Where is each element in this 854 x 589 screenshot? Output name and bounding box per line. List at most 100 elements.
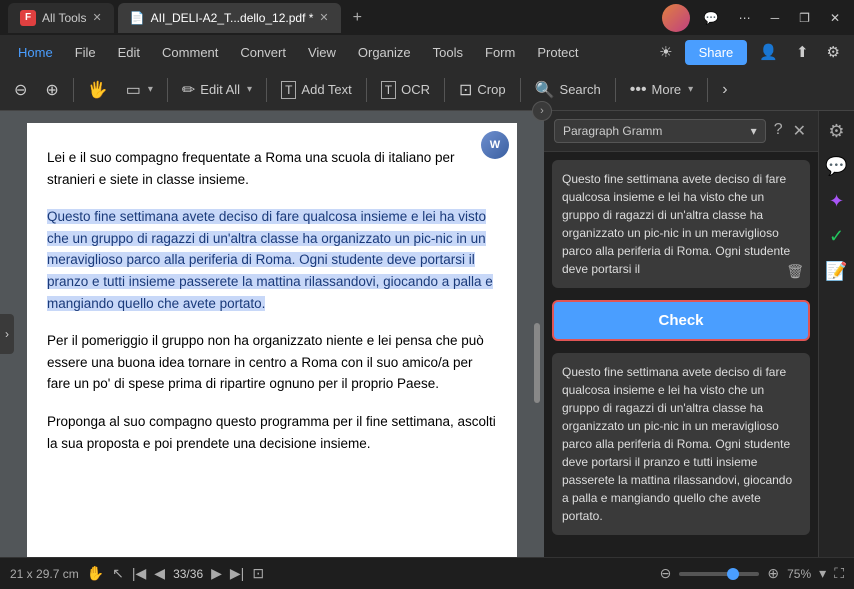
pdf-viewer[interactable]: W Lei e il suo compagno frequentate a Ro… [0,111,544,557]
prev-page-button[interactable]: ◀ [154,565,165,582]
pdf-content: Lei e il suo compagno frequentate a Roma… [47,147,497,454]
text-add-icon: T [281,81,296,99]
toolbar-arrow-right[interactable]: › [714,76,735,104]
menu-home[interactable]: Home [8,40,63,65]
fit-page-icon[interactable]: ⊡ [252,565,264,582]
check-panel-icon[interactable]: ✓ [829,226,844,247]
menu-protect[interactable]: Protect [527,40,588,65]
page-nav-left[interactable]: › [0,314,14,354]
share-button[interactable]: Share [685,40,748,65]
tab-pdf[interactable]: 📄 AII_DELI-A2_T...dello_12.pdf * ✕ [118,3,341,33]
crop-button[interactable]: ⊡ Crop [451,75,514,105]
delete-text-button[interactable]: 🗑 [786,261,804,282]
tab-all-tools[interactable]: F All Tools ✕ [8,3,114,33]
panel-expand-button[interactable]: › [532,101,552,121]
arrow-right-icon: › [722,81,727,99]
menu-view[interactable]: View [298,40,346,65]
edit-all-button[interactable]: ✏ Edit All [174,75,260,105]
edit-icon: ✏ [182,80,195,100]
fullscreen-icon[interactable]: ⛶ [834,565,844,582]
pdf-paragraph-4: Proponga al suo compagno questo programm… [47,411,497,454]
ocr-label: OCR [401,82,430,97]
ai-icon[interactable]: ✦ [829,191,844,212]
zoom-slider[interactable] [679,572,759,576]
first-page-button[interactable]: |◀ [132,565,146,582]
zoom-dropdown[interactable]: ▾ [819,565,826,582]
tab-close-pdf-icon[interactable]: ✕ [319,11,328,24]
select-tool-button[interactable]: ▭ [118,75,161,105]
chat-icon[interactable]: 💬 [698,9,725,27]
menu-tools[interactable]: Tools [423,40,473,65]
last-page-button[interactable]: ▶| [230,565,244,582]
result-text-content: Questo fine settimana avete deciso di fa… [562,365,792,523]
dropdown-label: Paragraph Gramm [563,124,662,138]
more-button[interactable]: ••• More [622,76,701,104]
more-label: More [652,82,682,97]
add-text-button[interactable]: T Add Text [273,76,360,104]
brightness-icon[interactable]: ☀ [653,39,678,65]
highlighted-text: Questo fine settimana avete deciso di fa… [47,209,493,310]
titlebar: F All Tools ✕ 📄 AII_DELI-A2_T...dello_12… [0,0,854,35]
sliders-icon[interactable]: ⚙ [828,121,844,142]
menu-comment[interactable]: Comment [152,40,228,65]
person-icon[interactable]: 👤 [753,39,784,65]
profile-avatar[interactable] [662,4,690,32]
ocr-button[interactable]: T OCR [373,76,438,104]
tab-label: AII_DELI-A2_T...dello_12.pdf * [151,11,314,25]
menu-organize[interactable]: Organize [348,40,421,65]
zoom-in-button[interactable]: ⊕ [37,75,66,105]
window-controls: 💬 ⋯ ─ ❐ ✕ [662,4,846,32]
main-area: W Lei e il suo compagno frequentate a Ro… [0,111,854,557]
input-text-block[interactable]: Questo fine settimana avete deciso di fa… [552,160,810,288]
hand-tool-button[interactable]: 🖐 [80,75,116,105]
help-icon[interactable]: ? [772,119,785,143]
paragraph-grammar-dropdown[interactable]: Paragraph Gramm ▾ [554,119,766,143]
pdf-paragraph-2-highlighted: Questo fine settimana avete deciso di fa… [47,206,497,314]
pdf-page: W Lei e il suo compagno frequentate a Ro… [27,123,517,557]
menu-form[interactable]: Form [475,40,525,65]
page-dimensions: 21 x 29.7 cm [10,567,79,581]
zoom-in-status-icon[interactable]: ⊕ [767,565,779,582]
toolbar-separator-5 [444,78,445,102]
more-options-icon[interactable]: ⋯ [733,9,757,27]
page-info: 33/36 [173,567,203,581]
side-icon-bar: ⚙ 💬 ✦ ✓ 📝 [818,111,854,557]
next-page-button[interactable]: ▶ [211,565,222,582]
pdf-paragraph-1: Lei e il suo compagno frequentate a Roma… [47,147,497,190]
scroll-indicator[interactable] [534,323,540,403]
cursor-status-icon[interactable]: ↖ [112,565,124,582]
minimize-button[interactable]: ─ [765,9,786,27]
search-icon: 🔍 [535,80,555,100]
toolbar-separator-7 [615,78,616,102]
chat-panel-icon[interactable]: 💬 [825,156,847,177]
zoom-out-status-icon[interactable]: ⊖ [660,565,672,582]
close-button[interactable]: ✕ [824,9,846,27]
panel-header-icons: ? ✕ [772,119,808,143]
settings-icon[interactable]: ⚙ [821,39,846,65]
hand-status-icon[interactable]: ✋ [87,565,104,582]
close-panel-icon[interactable]: ✕ [791,119,808,143]
add-text-label: Add Text [301,82,351,97]
tab-list: F All Tools ✕ 📄 AII_DELI-A2_T...dello_12… [8,3,658,33]
check-button[interactable]: Check [552,300,810,341]
zoom-out-button[interactable]: ⊖ [6,75,35,105]
new-tab-button[interactable]: + [345,7,370,29]
menu-file[interactable]: File [65,40,106,65]
toolbar-separator-6 [520,78,521,102]
doc-icon[interactable]: 📝 [825,261,847,282]
upload-icon[interactable]: ⬆ [790,39,815,65]
zoom-level: 75% [787,567,811,581]
maximize-button[interactable]: ❐ [793,9,816,27]
panel-header: Paragraph Gramm ▾ ? ✕ [544,111,818,152]
more-icon: ••• [630,81,647,99]
search-label: Search [560,82,601,97]
search-button[interactable]: 🔍 Search [527,75,609,105]
pdf-paragraph-3: Per il pomeriggio il gruppo non ha organ… [47,330,497,395]
menu-edit[interactable]: Edit [108,40,150,65]
toolbar-separator [73,78,74,102]
menu-convert[interactable]: Convert [230,40,296,65]
menubar: Home File Edit Comment Convert View Orga… [0,35,854,69]
tab-close-icon[interactable]: ✕ [92,11,101,24]
total-pages: 36 [190,567,203,581]
statusbar: 21 x 29.7 cm ✋ ↖ |◀ ◀ 33/36 ▶ ▶| ⊡ ⊖ ⊕ 7… [0,557,854,589]
